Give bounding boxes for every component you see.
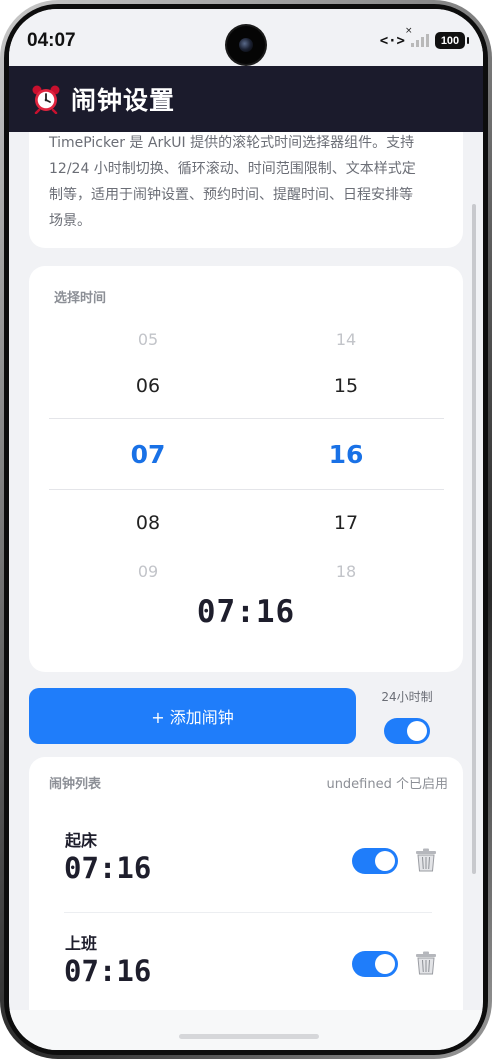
minute-option[interactable]: 15 (286, 375, 406, 397)
hour-option[interactable]: 08 (88, 512, 208, 534)
screen: 04:07 <·> × 100 闹钟设置 TimePicker 是 ArkUI … (9, 9, 483, 1050)
network-icon: <·> (379, 32, 405, 49)
intro-description: TimePicker 是 ArkUI 提供的滚轮式时间选择器组件。支持 12/2… (49, 135, 416, 229)
hour-selected[interactable]: 07 (88, 440, 208, 469)
hour-option[interactable]: 09 (88, 562, 208, 581)
front-camera (227, 26, 265, 64)
status-icons: <·> × 100 (379, 26, 469, 49)
battery-icon: 100 (435, 32, 469, 49)
scrollbar[interactable] (472, 204, 476, 874)
alarm-time: 07:16 (64, 851, 152, 885)
no-signal-x: × (405, 26, 413, 36)
selected-time-display: 07:16 (196, 594, 296, 630)
alarm-enable-toggle[interactable] (352, 848, 398, 874)
intro-card: TimePicker 是 ArkUI 提供的滚轮式时间选择器组件。支持 12/2… (29, 132, 463, 248)
selection-line-top (49, 418, 444, 419)
alarm-name: 上班 (65, 934, 98, 953)
trash-icon[interactable] (415, 951, 437, 975)
minute-option[interactable]: 18 (286, 562, 406, 581)
time-picker-card: 选择时间 05 06 07 08 09 14 15 16 17 18 07:16 (29, 266, 463, 672)
row-divider (64, 912, 432, 913)
title-bar: 闹钟设置 (9, 66, 483, 132)
alarm-clock-icon (31, 84, 61, 115)
alarm-name: 起床 (65, 831, 98, 850)
page-title: 闹钟设置 (71, 86, 176, 115)
alarm-list-card: 闹钟列表 undefined 个已启用 起床 07:16 上班 07:16 (29, 757, 463, 1047)
alarm-time: 07:16 (64, 954, 152, 988)
hour-option[interactable]: 06 (88, 375, 208, 397)
minute-option[interactable]: 17 (286, 512, 406, 534)
selection-line-bottom (49, 489, 444, 490)
24h-mode-label: 24小时制 (381, 690, 433, 704)
minute-selected[interactable]: 16 (286, 440, 406, 469)
enabled-count: undefined 个已启用 (326, 777, 448, 792)
alarm-enable-toggle[interactable] (352, 951, 398, 977)
signal-icon: × (405, 26, 429, 47)
trash-icon[interactable] (415, 848, 437, 872)
home-indicator[interactable] (179, 1034, 319, 1039)
picker-label: 选择时间 (54, 291, 107, 306)
hour-option[interactable]: 05 (88, 330, 208, 349)
24h-mode-toggle[interactable] (384, 718, 430, 744)
phone-frame: 04:07 <·> × 100 闹钟设置 TimePicker 是 ArkUI … (4, 4, 488, 1055)
status-time: 04:07 (27, 29, 76, 51)
minute-option[interactable]: 14 (286, 330, 406, 349)
navigation-area (9, 1010, 483, 1050)
phone-bezel: 04:07 <·> × 100 闹钟设置 TimePicker 是 ArkUI … (0, 0, 492, 1059)
add-alarm-button[interactable]: + 添加闹钟 (29, 688, 356, 744)
alarm-list-title: 闹钟列表 (49, 777, 102, 792)
scroll-content[interactable]: TimePicker 是 ArkUI 提供的滚轮式时间选择器组件。支持 12/2… (9, 132, 483, 1050)
